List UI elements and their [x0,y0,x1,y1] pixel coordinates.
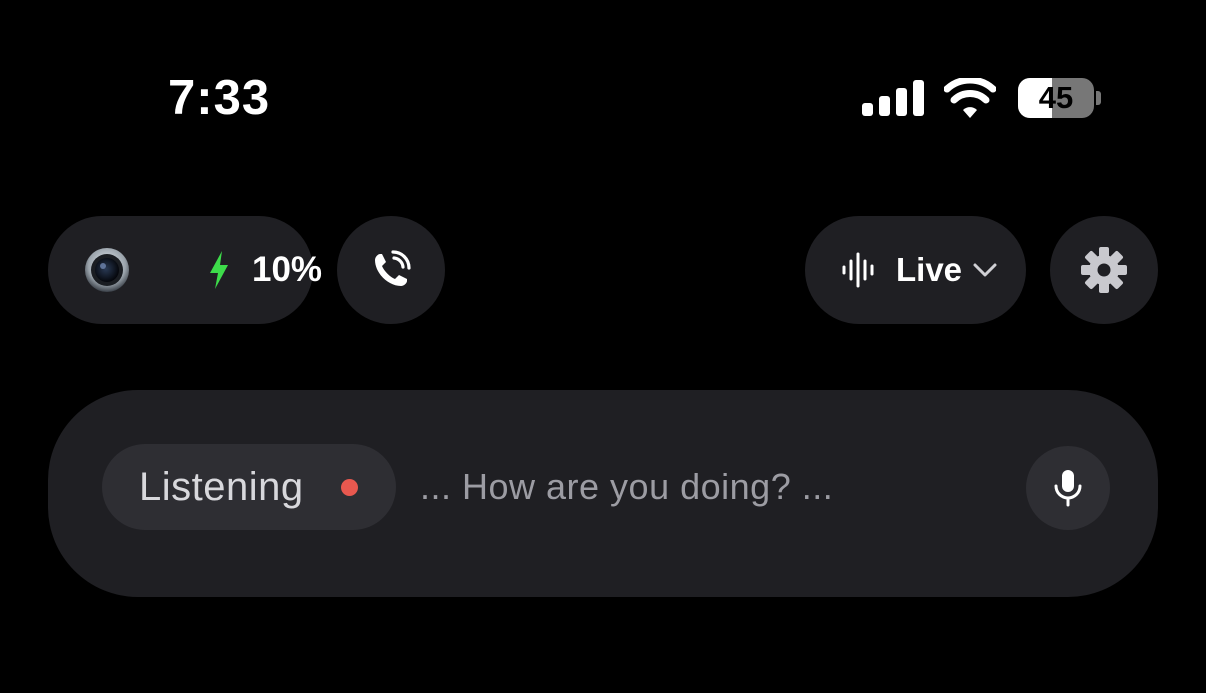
status-time: 7:33 [168,71,271,125]
bolt-icon [210,251,228,289]
battery-level-text: 45 [1038,80,1074,115]
waveform-icon [842,252,874,288]
listening-status-label: Listening [139,465,304,509]
call-button[interactable] [337,216,445,324]
device-battery-percent: 10% [252,250,323,289]
camera-lens-icon [85,248,129,292]
phone-call-icon [375,250,411,286]
gear-icon [1081,247,1127,293]
microphone-icon [1054,470,1082,507]
battery-icon: 45 [1018,78,1102,118]
screen: 7:33 45 10% Live Listening ... How are y… [0,0,1206,693]
cellular-signal-icon [862,80,924,116]
recording-dot-icon [341,479,358,496]
settings-button[interactable] [1050,216,1158,324]
mode-label: Live [896,251,963,288]
live-transcript: ... How are you doing? ... [420,466,834,507]
device-status-pill[interactable]: 10% [48,216,322,324]
wifi-icon [944,78,996,118]
microphone-button[interactable] [1026,446,1110,530]
chevron-down-icon [973,263,997,277]
listening-status-chip: Listening [102,444,396,530]
listening-bar: Listening ... How are you doing? ... [48,390,1158,597]
mode-selector[interactable]: Live [805,216,1026,324]
